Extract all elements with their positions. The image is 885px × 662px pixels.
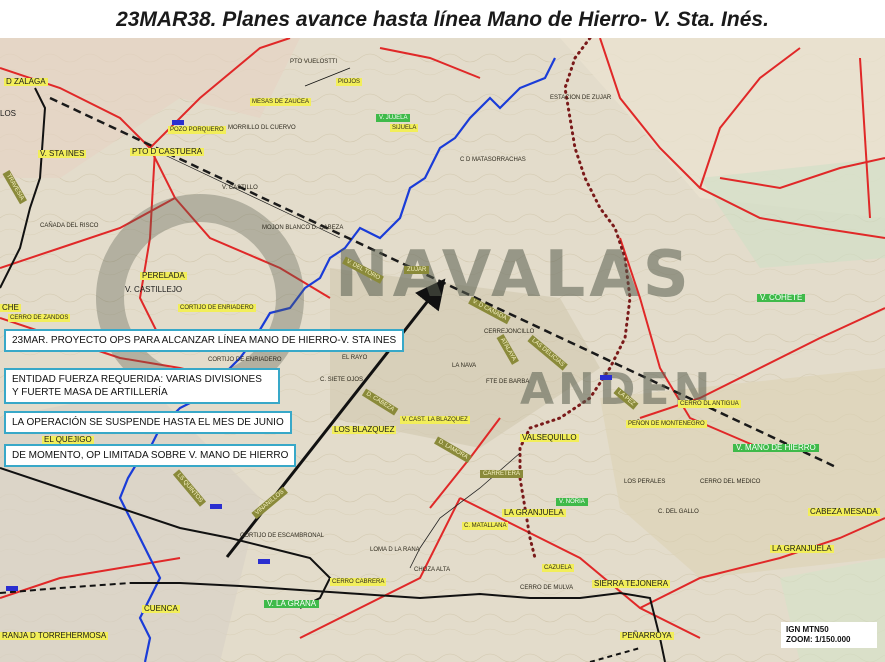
place-cuenca: CUENCA [142, 604, 180, 613]
unit-symbol [210, 504, 222, 509]
annotation-text: ENTIDAD FUERZA REQUERIDA: VARIAS DIVISIO… [12, 374, 262, 385]
place-los-blazquez: LOS BLAZQUEZ [332, 425, 397, 434]
scale-source: IGN MTN50 [786, 625, 829, 634]
map-label: POZO PORQUERO [168, 126, 226, 134]
map-label: MORRILLO DL CUERVO [228, 125, 296, 131]
map-label: SIJUELA [390, 124, 419, 132]
map-label: CERREJONCILLO [484, 329, 535, 335]
place-v-castillejo: V. CASTILLEJO [125, 285, 183, 294]
map-label: C D MATASORRACHAS [460, 157, 526, 163]
place-perelada: PERELADA [140, 271, 187, 280]
road-label: ZUJAR [404, 266, 430, 274]
map-label: EL RAYO [342, 355, 368, 361]
road-label: CARRETERA [480, 470, 524, 478]
map-label: LA NAVA [452, 363, 477, 369]
place-pto-castuera: PTO D CASTUERA [130, 147, 205, 156]
map-label: PTO VUELOSTTI [290, 59, 338, 65]
place-v-noria: V. NORIA [556, 498, 588, 506]
map-label: LOS PERALES [624, 479, 666, 485]
place-cabeza-mesada: CABEZA MESADA [808, 507, 880, 516]
place-penarroya: PEÑARROYA [620, 631, 674, 640]
place-la-granjuela: LA GRANJUELA [502, 508, 566, 517]
map-label: C. SIETE OJOS [320, 377, 364, 383]
place-v-cohete: V. COHETE [757, 294, 806, 302]
unit-symbol [258, 559, 270, 564]
map-label: CORTIJO DE ENRIADERO [178, 304, 256, 312]
map-label: C. DEL GALLO [658, 509, 699, 515]
unit-symbol [6, 586, 18, 591]
annotation-text: DE MOMENTO, OP LIMITADA SOBRE V. MANO DE… [12, 450, 289, 461]
map-label: CORTIJO DE ENRIADERO [208, 357, 282, 363]
scale-zoom: ZOOM: 1/150.000 [786, 635, 851, 644]
map-label: CHOZA ALTA [414, 567, 451, 573]
map-label: CERRO DE ZANDOS [8, 314, 71, 322]
map-label: PIOJOS [336, 78, 363, 86]
map-label: MESAS DE ZAUCEA [250, 98, 312, 106]
annotation-text: Y FUERTE MASA DE ARTILLERÍA [12, 387, 168, 398]
place-los: LOS [0, 109, 17, 118]
annotation-text: LA OPERACIÓN SE SUSPENDE HASTA EL MES DE… [12, 417, 284, 428]
map-view[interactable]: NAVALAS ANDEN D ZALAGA LOS V. STA INES P… [0, 38, 885, 662]
map-label: FTE DE BARBA [486, 379, 530, 385]
watermark-text: NAVALAS [335, 238, 693, 312]
place-granja-torrehermosa: RANJA D TORREHERMOSA [0, 631, 109, 640]
map-label: CERRO CABRERA [330, 578, 387, 586]
map-label: CAZUELA [542, 564, 574, 572]
map-label: V. CASTILLO [222, 185, 258, 191]
map-label: LOMA D LA RANA [370, 547, 420, 553]
map-label: MOJON BLANCO D. CABEZA [262, 225, 344, 231]
map-label: PEÑON DE MONTENEGRO [626, 420, 707, 428]
place-che: CHE [0, 303, 21, 312]
annotation-box-2: ENTIDAD FUERZA REQUERIDA: VARIAS DIVISIO… [4, 368, 280, 404]
annotation-box-3: LA OPERACIÓN SE SUSPENDE HASTA EL MES DE… [4, 411, 292, 434]
scale-box: IGN MTN50 ZOOM: 1/150.000 [781, 622, 877, 648]
place-zalaga: D ZALAGA [4, 77, 48, 86]
page-title: 23MAR38. Planes avance hasta línea Mano … [116, 8, 769, 31]
map-label: CERRO DE MULVA [520, 585, 574, 591]
map-label: CERRO DEL MEDICO [700, 479, 761, 485]
place-valsequillo: VALSEQUILLO [520, 433, 579, 442]
place-el-quejigo: EL QUEJIGO [42, 435, 94, 444]
map-label: C. MATALLANA [462, 522, 509, 530]
place-v-mano-hierro: V. MANO DE HIERRO [733, 444, 819, 452]
unit-symbol [172, 120, 184, 125]
map-label: V. CAST. LA BLAZQUEZ [400, 416, 470, 424]
map-label: CERRO DL ANTIGUA [678, 400, 741, 408]
place-v-sta-ines: V. STA INES [38, 149, 87, 158]
map-label: V. JUJELA [376, 114, 411, 122]
annotation-box-1: 23MAR. PROYECTO OPS PARA ALCANZAR LÍNEA … [4, 329, 405, 352]
map-label: CAÑADA DEL RISCO [40, 223, 99, 229]
map-label: ESTACION DE ZUJAR [550, 95, 612, 101]
annotation-text: 23MAR. PROYECTO OPS PARA ALCANZAR LÍNEA … [12, 335, 397, 346]
annotation-box-4: DE MOMENTO, OP LIMITADA SOBRE V. MANO DE… [4, 444, 297, 467]
place-v-la-grana: V. LA GRANA [264, 600, 320, 608]
unit-symbol [600, 375, 612, 380]
place-sierra-tejonera: SIERRA TEJONERA [592, 579, 671, 588]
place-la-granjuela-2: LA GRANJUELA [770, 544, 834, 553]
map-label: CORTIJO DE ESCAMBRONAL [240, 533, 324, 539]
